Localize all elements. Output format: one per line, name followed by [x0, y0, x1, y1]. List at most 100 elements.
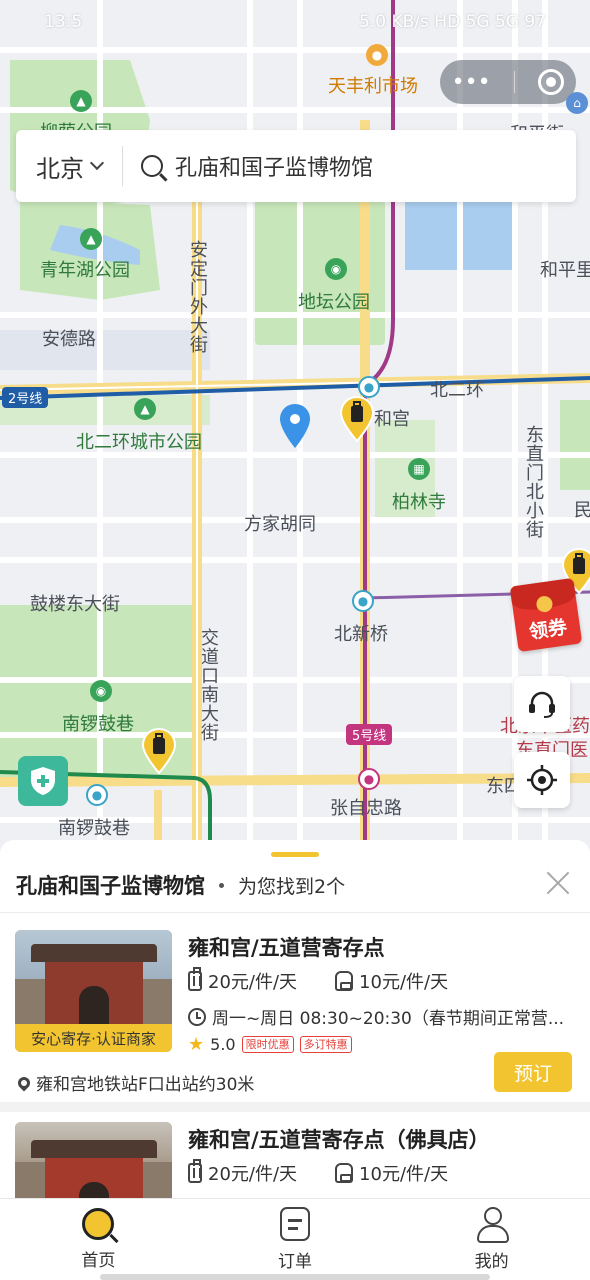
storage-point-marker-icon[interactable] [142, 728, 176, 774]
certified-badge: 安心寄存·认证商家 [15, 1024, 172, 1052]
home-indicator [100, 1274, 490, 1280]
price-luggage: 20元/件/天 [208, 1164, 298, 1185]
map-label-andingmen: 安定门外大街 [187, 240, 208, 354]
map-label-beierhuan: 北二环 [430, 380, 484, 401]
map-label-dongzhimen: 东直门北小街 [523, 425, 544, 539]
bottom-nav: 首页 订单 我的 [0, 1198, 590, 1280]
market-icon: ● [366, 44, 388, 66]
storage-photo [15, 1122, 172, 1200]
search-input[interactable]: 孔庙和国子监博物馆 [123, 150, 373, 182]
chevron-down-icon [89, 155, 105, 171]
shield-plus-icon [31, 767, 55, 795]
map-label-gulou: 鼓楼东大街 [30, 594, 120, 615]
map-label-hepingli: 和平里 [540, 260, 590, 281]
map-label-jiaodaokou: 交道口南大街 [198, 628, 219, 742]
tab-home[interactable]: 首页 [0, 1199, 197, 1280]
locate-me-button[interactable] [514, 752, 570, 808]
map-label-fangjia: 方家胡同 [244, 514, 316, 535]
city-name: 北京 [36, 154, 84, 183]
home-poi-icon: ⌂ [566, 92, 588, 114]
hours-row: 周一~周日 08:30~20:30（春节期间正常营... [188, 1004, 568, 1029]
map-label-nanluoguxiang-park: 南锣鼓巷 [62, 714, 134, 735]
status-indicators: 5.0 KB/s HD 5G 5G 97 [359, 12, 546, 32]
subway-station-icon: ● [358, 768, 380, 790]
location-text: 雍和宫地铁站F口出站约30米 [36, 1075, 255, 1095]
status-bar: 13:5 5.0 KB/s HD 5G 5G 97 [0, 0, 590, 44]
clock-icon [188, 1007, 206, 1026]
close-icon[interactable] [544, 868, 572, 896]
luggage-icon [188, 967, 202, 991]
map-label-zhangzizhong: 张自忠路 [330, 798, 402, 819]
tab-orders[interactable]: 订单 [197, 1199, 394, 1280]
search-icon [141, 155, 163, 177]
book-button[interactable]: 预订 [494, 1052, 572, 1092]
map-label-qingnianhu: 青年湖公园 [40, 260, 130, 281]
map-label-ditan: 地坛公园 [298, 292, 370, 313]
status-time: 13:5 [44, 12, 83, 32]
map-label-beixinqiao: 北新桥 [334, 624, 388, 645]
star-icon: ★ [188, 1034, 205, 1055]
backpack-icon [335, 971, 354, 991]
map-label-tianfengli: 天丰利市场 [328, 76, 418, 97]
map-label-beierhuan-park: 北二环城市公园 [76, 432, 202, 453]
park-icon: ▲ [80, 228, 102, 250]
sheet-drag-handle[interactable] [271, 852, 319, 857]
coupon-label: 领券 [527, 616, 569, 644]
current-location-pin-icon [280, 404, 310, 448]
storage-name: 雍和宫/五道营寄存点（佛具店） [188, 1128, 490, 1152]
search-bar: 北京 孔庙和国子监博物馆 [16, 130, 576, 202]
subway-station-icon: ● [86, 784, 108, 806]
price-luggage: 20元/件/天 [208, 972, 298, 993]
scenic-icon: ◉ [325, 258, 347, 280]
opening-hours: 周一~周日 08:30~20:30（春节期间正常营... [212, 1009, 565, 1029]
tab-mine-label: 我的 [474, 1252, 509, 1272]
close-miniprogram-icon[interactable] [538, 69, 565, 95]
subway-station-icon: ● [352, 590, 374, 612]
price-row: 20元/件/天 10元/件/天 [188, 1159, 486, 1186]
sheet-title: 孔庙和国子监博物馆 [16, 874, 205, 898]
luggage-icon [188, 1159, 202, 1183]
sheet-header: 孔庙和国子监博物馆 为您找到2个 [16, 870, 576, 900]
storage-photo: 安心寄存·认证商家 [15, 930, 172, 1052]
map-view[interactable]: 13:5 5.0 KB/s HD 5G 5G 97 ••• 天丰利市场 柳荫公园… [0, 0, 590, 850]
temple-icon: ▦ [408, 458, 430, 480]
location-row: 雍和宫地铁站F口出站约30米 [15, 1070, 255, 1095]
home-search-icon [82, 1208, 115, 1240]
park-icon: ▲ [134, 398, 156, 420]
map-label-nanluoguxiang-station: 南锣鼓巷 [58, 818, 130, 839]
tag-multi-order: 多订特惠 [299, 1036, 352, 1053]
user-icon [475, 1207, 509, 1243]
price-row: 20元/件/天 10元/件/天 [188, 967, 486, 994]
tab-home-label: 首页 [81, 1251, 116, 1271]
city-selector[interactable]: 北京 [16, 146, 123, 186]
tab-mine[interactable]: 我的 [393, 1199, 590, 1280]
backpack-icon [335, 1163, 354, 1183]
scenic-icon: ◉ [90, 680, 112, 702]
line-5-badge: 5号线 [346, 724, 393, 745]
storage-name: 雍和宫/五道营寄存点 [188, 936, 385, 960]
price-backpack: 10元/件/天 [359, 1164, 449, 1185]
rating-row: ★ 5.0 限时优惠 多订特惠 [188, 1034, 352, 1055]
line-2-badge: 2号线 [2, 387, 49, 408]
map-label-yonghegong: 和宫 [374, 409, 410, 430]
headset-icon [529, 691, 555, 718]
location-pin-icon [15, 1074, 33, 1091]
search-query: 孔庙和国子监博物馆 [175, 156, 374, 181]
coin-icon [535, 595, 554, 614]
map-label-andelu: 安德路 [42, 329, 96, 350]
storage-point-marker-icon[interactable] [340, 396, 374, 442]
coupon-button[interactable]: 领券 [509, 577, 583, 653]
park-icon: ▲ [70, 90, 92, 112]
crosshair-icon [527, 765, 557, 795]
subway-station-icon: ● [358, 376, 380, 398]
results-sheet: 孔庙和国子监博物馆 为您找到2个 安心寄存·认证商家 雍和宫/五道营寄存点 20… [0, 840, 590, 1200]
tag-limited-offer: 限时优惠 [241, 1036, 294, 1053]
customer-service-button[interactable] [514, 676, 570, 732]
mini-program-capsule: ••• [440, 60, 576, 104]
insurance-button[interactable] [18, 756, 68, 806]
map-label-bailinsi: 柏林寺 [392, 492, 446, 513]
more-menu-icon[interactable]: ••• [452, 70, 491, 95]
map-label-min: 民 [574, 500, 590, 521]
price-backpack: 10元/件/天 [359, 972, 449, 993]
result-count: 为您找到2个 [238, 875, 346, 898]
